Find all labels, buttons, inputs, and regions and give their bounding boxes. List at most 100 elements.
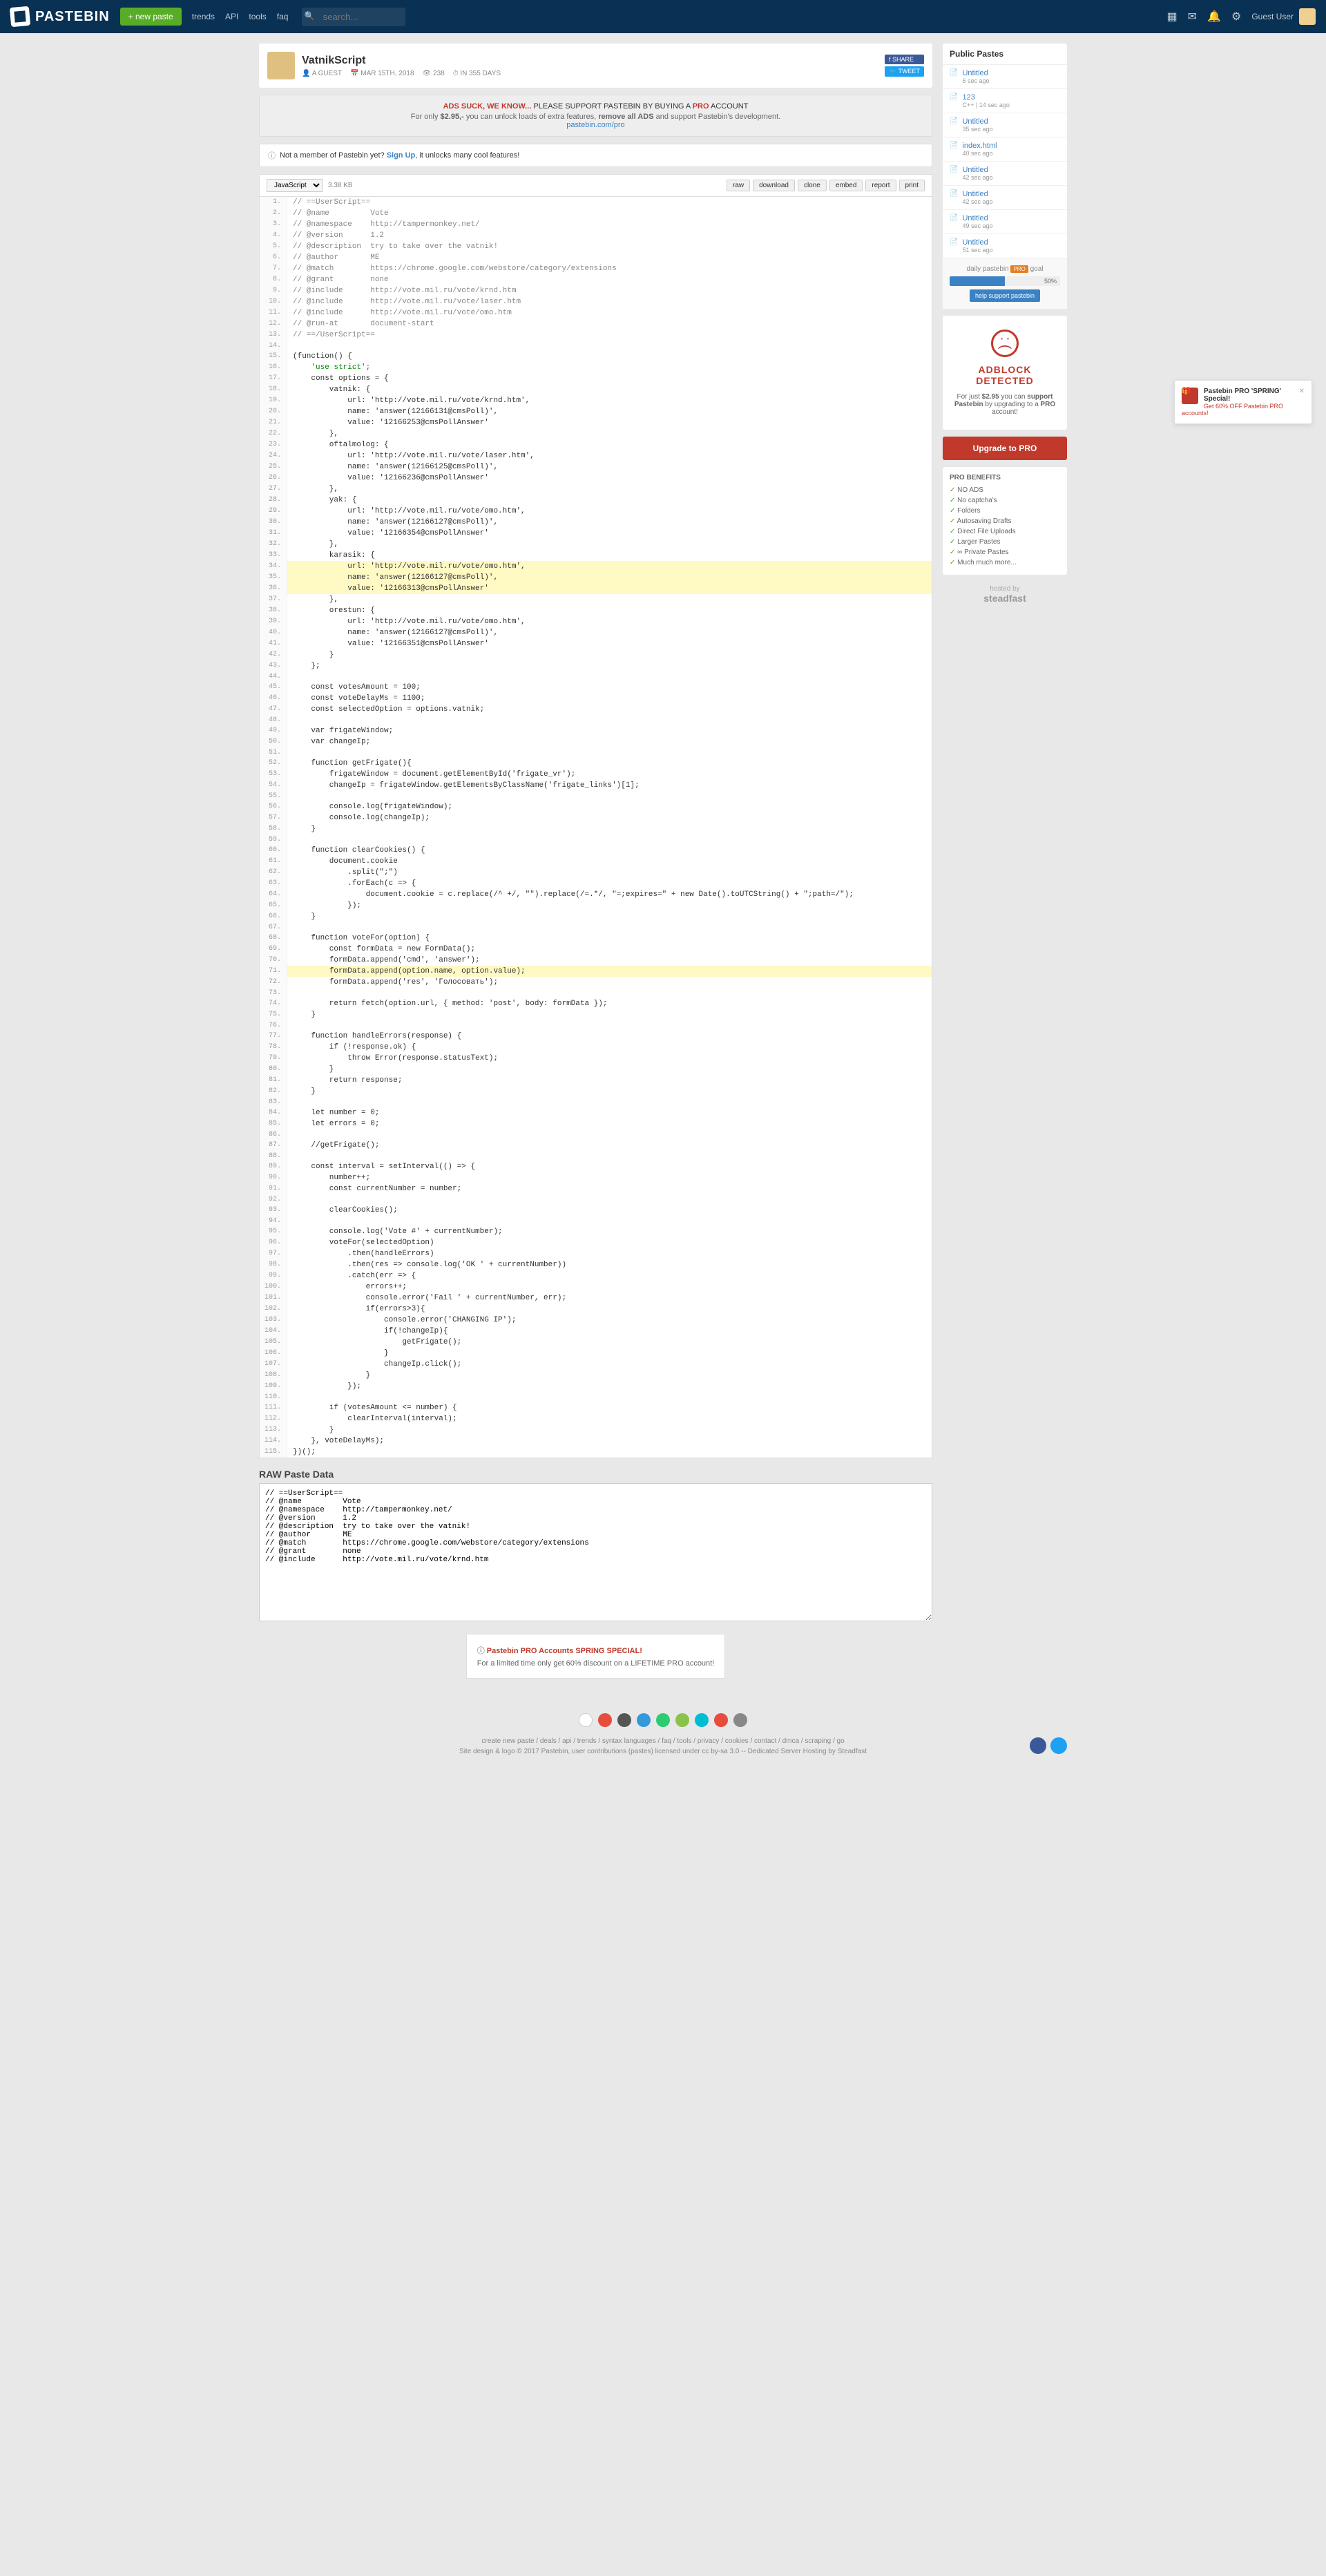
social-icon[interactable] [733, 1713, 747, 1727]
public-paste-item[interactable]: 📄Untitled51 sec ago [943, 234, 1067, 258]
social-icon[interactable] [675, 1713, 689, 1727]
new-paste-button[interactable]: + new paste [120, 8, 182, 26]
code-line: 24. url: 'http://vote.mil.ru/vote/laser.… [260, 450, 932, 461]
bell-icon[interactable]: 🔔 [1207, 10, 1221, 23]
code-line: 20. name: 'answer(12166131@cmsPoll)', [260, 406, 932, 417]
meta-views: 👁 238 [423, 70, 445, 77]
code-line: 10.// @include http://vote.mil.ru/vote/l… [260, 296, 932, 307]
code-line: 33. karasik: { [260, 550, 932, 561]
social-icon[interactable] [695, 1713, 709, 1727]
code-line: 103. console.error('CHANGING IP'); [260, 1315, 932, 1326]
social-icon[interactable] [656, 1713, 670, 1727]
promo-text: For a limited time only get 60% discount… [477, 1659, 715, 1668]
social-icon[interactable] [617, 1713, 631, 1727]
public-paste-item[interactable]: 📄index.html40 sec ago [943, 137, 1067, 162]
footer-twitter-icon[interactable] [1050, 1737, 1067, 1754]
code-line: 68. function voteFor(option) { [260, 933, 932, 944]
code-line: 73. [260, 988, 932, 998]
code-line: 23. oftalmolog: { [260, 439, 932, 450]
footer-copyright: Site design & logo © 2017 Pastebin, user… [259, 1748, 1067, 1755]
social-icon[interactable] [714, 1713, 728, 1727]
code-line: 74. return fetch(option.url, { method: '… [260, 998, 932, 1009]
social-icon[interactable] [598, 1713, 612, 1727]
social-icon[interactable] [579, 1713, 593, 1727]
header-right: ▦ ✉ 🔔 ⚙ Guest User [1167, 8, 1316, 25]
code-line: 18. vatnik: { [260, 384, 932, 395]
code-line: 22. }, [260, 428, 932, 439]
code-line: 88. [260, 1151, 932, 1161]
code-line: 62. .split(";") [260, 867, 932, 878]
code-line: 41. value: '12166351@cmsPollAnswer' [260, 638, 932, 649]
upgrade-pro-button[interactable]: Upgrade to PRO [943, 437, 1067, 460]
code-line: 110. [260, 1392, 932, 1402]
share-buttons: f SHARE 🐦 TWEET [885, 55, 924, 77]
public-paste-item[interactable]: 📄Untitled42 sec ago [943, 162, 1067, 186]
code-line: 32. }, [260, 539, 932, 550]
public-pastes-title: Public Pastes [943, 44, 1067, 65]
benefit-item: No captcha's [950, 495, 1060, 506]
mail-icon[interactable]: ✉ [1188, 10, 1197, 23]
calendar-icon[interactable]: ▦ [1167, 10, 1178, 23]
public-paste-item[interactable]: 📄Untitled42 sec ago [943, 186, 1067, 210]
public-paste-item[interactable]: 📄Untitled49 sec ago [943, 210, 1067, 234]
steadfast-logo[interactable]: steadfast [943, 593, 1067, 604]
code-line: 26. value: '12166236@cmsPollAnswer' [260, 473, 932, 484]
ads-notice: ADS SUCK, WE KNOW... PLEASE SUPPORT PAST… [259, 95, 932, 137]
info-icon: ⓘ [268, 150, 276, 161]
social-icon[interactable] [637, 1713, 651, 1727]
embed-button[interactable]: embed [829, 180, 863, 191]
ads-title: ADS SUCK, WE KNOW... [443, 102, 532, 111]
code-line: 95. console.log('Vote #' + currentNumber… [260, 1226, 932, 1237]
code-line: 75. } [260, 1009, 932, 1020]
share-facebook-button[interactable]: f SHARE [885, 55, 924, 64]
print-button[interactable]: print [899, 180, 925, 191]
code-line: 25. name: 'answer(12166125@cmsPoll)', [260, 461, 932, 473]
nav-trends[interactable]: trends [192, 12, 215, 21]
support-button[interactable]: help support pastebin [970, 289, 1040, 302]
nav-tools[interactable]: tools [249, 12, 266, 21]
code-line: 58. } [260, 823, 932, 834]
ads-pro-link[interactable]: pastebin.com/pro [566, 121, 624, 129]
code-line: 56. console.log(frigateWindow); [260, 801, 932, 812]
paste-header: VatnikScript 👤 A GUEST 📅 MAR 15TH, 2018 … [259, 44, 932, 88]
code-line: 92. [260, 1194, 932, 1205]
search-input[interactable] [302, 8, 405, 26]
code-line: 101. console.error('Fail ' + currentNumb… [260, 1292, 932, 1304]
footer-facebook-icon[interactable] [1030, 1737, 1046, 1754]
logo[interactable]: PASTEBIN [10, 7, 110, 26]
code-line: 45. const votesAmount = 100; [260, 682, 932, 693]
gear-icon[interactable]: ⚙ [1231, 10, 1241, 23]
code-line: 65. }); [260, 900, 932, 911]
signup-link[interactable]: Sign Up [387, 151, 416, 160]
report-button[interactable]: report [865, 180, 896, 191]
guest-user[interactable]: Guest User [1251, 8, 1316, 25]
search-wrap [298, 8, 405, 26]
popup-text[interactable]: Get 60% OFF Pastebin PRO accounts! [1182, 403, 1305, 417]
code-line: 108. } [260, 1370, 932, 1381]
nav-faq[interactable]: faq [277, 12, 289, 21]
benefit-item: Larger Pastes [950, 537, 1060, 547]
code-line: 11.// @include http://vote.mil.ru/vote/o… [260, 307, 932, 318]
public-paste-item[interactable]: 📄123C++ | 14 sec ago [943, 89, 1067, 113]
public-paste-item[interactable]: 📄Untitled6 sec ago [943, 65, 1067, 89]
language-select[interactable]: JavaScript [267, 179, 323, 192]
code-line: 112. clearInterval(interval); [260, 1413, 932, 1424]
raw-data-textarea[interactable] [259, 1483, 932, 1621]
code-line: 102. if(errors>3){ [260, 1304, 932, 1315]
download-button[interactable]: download [753, 180, 795, 191]
nav-links: trends API tools faq [192, 12, 299, 21]
sad-face-icon [991, 330, 1019, 357]
clone-button[interactable]: clone [798, 180, 827, 191]
raw-button[interactable]: raw [727, 180, 750, 191]
share-twitter-button[interactable]: 🐦 TWEET [885, 66, 924, 77]
nav-api[interactable]: API [225, 12, 238, 21]
code-line: 54. changeIp = frigateWindow.getElements… [260, 780, 932, 791]
logo-icon [10, 6, 30, 27]
code-line: 30. name: 'answer(12166127@cmsPoll)', [260, 517, 932, 528]
code-line: 84. let number = 0; [260, 1107, 932, 1118]
code-line: 21. value: '12166253@cmsPollAnswer' [260, 417, 932, 428]
code-line: 70. formData.append('cmd', 'answer'); [260, 955, 932, 966]
public-paste-item[interactable]: 📄Untitled35 sec ago [943, 113, 1067, 137]
code-line: 78. if (!response.ok) { [260, 1042, 932, 1053]
popup-close-icon[interactable]: ✕ [1299, 388, 1305, 395]
